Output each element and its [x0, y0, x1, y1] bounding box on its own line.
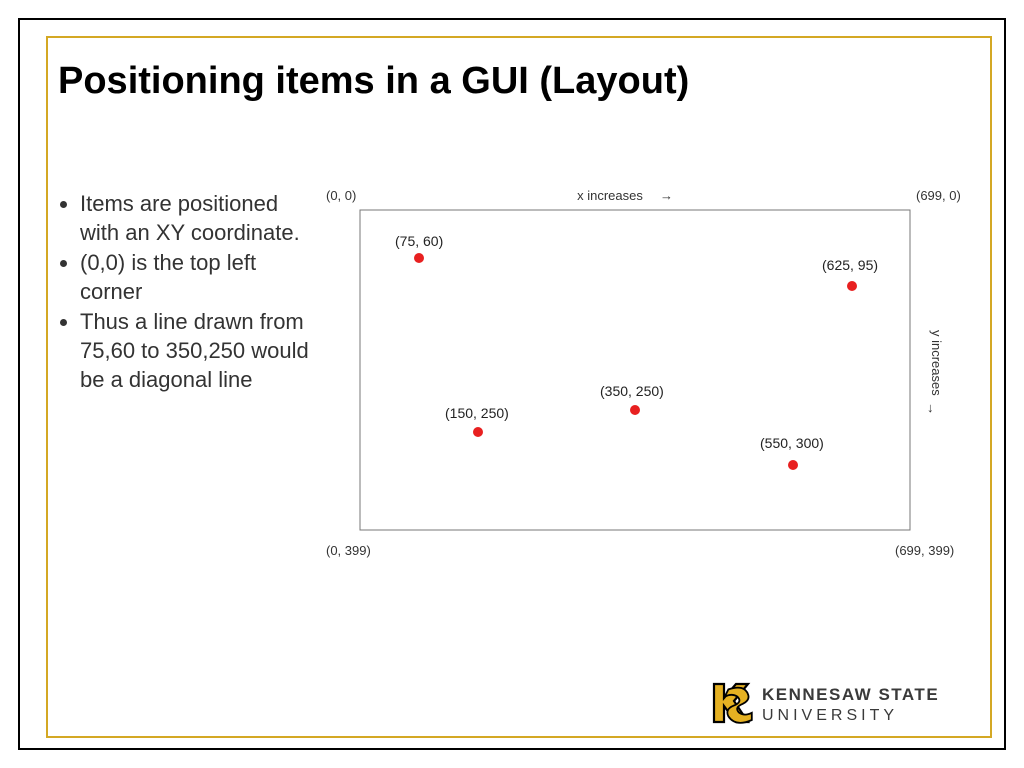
bullet-item: Thus a line drawn from 75,60 to 350,250 …	[80, 308, 318, 394]
logo-text-line1: KENNESAW STATE	[762, 685, 939, 704]
x-axis-label: x increases	[577, 188, 643, 203]
bullet-list: Items are positioned with an XY coordina…	[58, 190, 318, 396]
point-label: (625, 95)	[822, 257, 878, 273]
arrow-down-icon: ↓	[927, 400, 934, 415]
data-point	[473, 427, 483, 437]
logo-text-line2: UNIVERSITY	[762, 707, 898, 724]
corner-tr-label: (699, 0)	[916, 188, 960, 203]
data-point	[630, 405, 640, 415]
corner-bl-label: (0, 399)	[326, 543, 371, 558]
corner-br-label: (699, 399)	[895, 543, 954, 558]
ksu-logo: KENNESAW STATE UNIVERSITY	[706, 678, 976, 728]
data-point	[414, 253, 424, 263]
coordinate-diagram: (0, 0) (699, 0) (0, 399) (699, 399) x in…	[320, 180, 960, 580]
corner-tl-label: (0, 0)	[326, 188, 356, 203]
bullet-item: (0,0) is the top left corner	[80, 249, 318, 306]
y-axis-label: y increases	[929, 330, 944, 396]
arrow-right-icon: →	[660, 188, 673, 203]
point-label: (150, 250)	[445, 405, 509, 421]
slide-title: Positioning items in a GUI (Layout)	[58, 60, 689, 103]
bullet-item: Items are positioned with an XY coordina…	[80, 190, 318, 247]
data-point	[847, 281, 857, 291]
data-point	[788, 460, 798, 470]
point-label: (75, 60)	[395, 233, 443, 249]
point-label: (550, 300)	[760, 435, 824, 451]
point-label: (350, 250)	[600, 383, 664, 399]
